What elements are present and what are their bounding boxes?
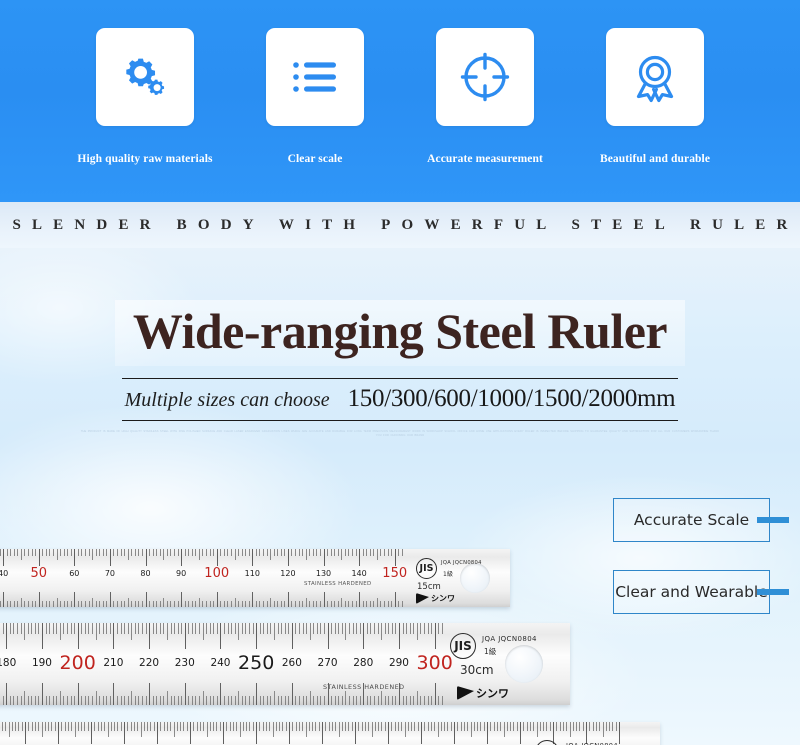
- ruler-scale-number: 190: [31, 657, 52, 669]
- ruler-scale-number: 230: [174, 657, 195, 669]
- feature-icon-card: [606, 28, 704, 126]
- material-stamp: STAINLESS HARDENED: [304, 581, 372, 587]
- brand-name: シンワ: [476, 687, 509, 700]
- hero-subtitle: Multiple sizes can choose 150/300/600/10…: [122, 378, 678, 421]
- cert-grade-stamp: 1級: [443, 571, 453, 578]
- cert-grade-stamp: 1級: [484, 647, 497, 656]
- ruler-scale-number: 130: [315, 569, 332, 578]
- hero-micro-text: THE PRODUCT IS MADE OF HIGH QUALITY STAI…: [80, 430, 720, 437]
- ruler-image-150mm: 40 50 60 70 80 90 100 110 120 130 140 150 JIS JQA J…: [0, 549, 510, 607]
- feature-item-clear-scale: Clear scale: [230, 28, 400, 165]
- hero-subtitle-label: Multiple sizes can choose: [124, 389, 330, 411]
- ruler-scale-number: 70: [104, 569, 115, 578]
- feature-list: High quality raw materials Clear scale A…: [0, 0, 800, 202]
- ruler-scale-number: 60: [69, 569, 80, 578]
- ruler-scale-number: 50: [30, 565, 47, 581]
- feature-icon-card: [436, 28, 534, 126]
- ruler-scale-number: 240: [210, 657, 231, 669]
- ruler-scale-number: 180: [0, 657, 17, 669]
- award-ribbon-icon: [636, 55, 674, 103]
- ruler-scale-number: 270: [317, 657, 338, 669]
- jis-badge: JIS: [450, 633, 476, 659]
- ruler-scale-number: 110: [244, 569, 260, 578]
- callout-accurate-scale: Accurate Scale: [613, 498, 770, 542]
- callout-clear-wearable: Clear and Wearable: [613, 570, 770, 614]
- ruler-scale-number: 140: [351, 569, 367, 578]
- ruler-scale-number: 250: [238, 651, 275, 674]
- ruler-scale-number: 220: [139, 657, 160, 669]
- shinwa-penguin-mark: [416, 593, 429, 604]
- list-icon: [293, 62, 336, 92]
- ruler-scale-number: 210: [103, 657, 124, 669]
- ruler-scale-number: 150: [382, 565, 408, 581]
- ruler-scale-number: 300: [416, 651, 453, 674]
- ruler-image-300mm: 180190200210220230240250260270280290300 …: [0, 623, 570, 705]
- cert-code-stamp: JQA JQCN0804: [441, 560, 482, 566]
- feature-item-beautiful-durable: Beautiful and durable: [570, 28, 740, 165]
- brand-logo: シンワ: [457, 685, 509, 701]
- feature-item-label: Clear scale: [287, 153, 343, 165]
- callout-label: Clear and Wearable: [615, 583, 768, 601]
- page-title: Wide-ranging Steel Ruler: [114, 300, 686, 366]
- material-stamp: STAINLESS HARDENED: [323, 683, 405, 691]
- callout-label: Accurate Scale: [633, 511, 750, 529]
- feature-item-accurate-measurement: Accurate measurement: [400, 28, 570, 165]
- shinwa-penguin-mark: [457, 686, 474, 700]
- ruler-scale-number: 280: [353, 657, 374, 669]
- ruler-scale-number: 90: [176, 569, 187, 578]
- ruler-scale-number: 290: [388, 657, 409, 669]
- feature-item-label: Beautiful and durable: [599, 153, 711, 165]
- brand-name: シンワ: [431, 594, 455, 603]
- ruler-scale-number: 200: [59, 651, 96, 674]
- feature-item-label: Accurate measurement: [427, 153, 543, 165]
- ruler-scale-number: 260: [281, 657, 302, 669]
- feature-icon-card: [266, 28, 364, 126]
- gears-icon: [126, 58, 165, 95]
- ruler-size-stamp: 30cm: [460, 663, 494, 677]
- callout-connector-dash: [757, 517, 789, 523]
- ruler-scale-number: 100: [204, 565, 230, 581]
- tagline-text: SLENDER BODY WITH POWERFUL STEEL RULER: [12, 216, 799, 233]
- callout-connector-dash: [757, 589, 789, 595]
- cert-code-stamp: JQA JQCN0804: [482, 635, 537, 643]
- brand-logo: シンワ: [416, 593, 455, 604]
- ruler-image-600mm: 0 JIS JQA JQCN0804: [0, 722, 660, 745]
- hero-subtitle-sizes: 150/300/600/1000/1500/2000mm: [347, 385, 676, 412]
- feature-header-bar: High quality raw materials Clear scale A…: [0, 0, 800, 202]
- ruler-scale-number: 40: [0, 569, 9, 578]
- ruler-scale-number: 120: [280, 569, 296, 578]
- ruler-hanging-hole: [505, 645, 543, 683]
- tagline-strip: SLENDER BODY WITH POWERFUL STEEL RULER: [0, 202, 800, 248]
- ruler-hanging-hole: [460, 563, 490, 593]
- feature-item-raw-materials: High quality raw materials: [60, 28, 230, 165]
- ruler-scale-number: 80: [140, 569, 151, 578]
- jis-badge: JIS: [416, 558, 437, 579]
- feature-item-label: High quality raw materials: [77, 153, 213, 165]
- ruler-face: 0: [0, 722, 660, 745]
- feature-icon-card: [96, 28, 194, 126]
- hero-title-block: Wide-ranging Steel Ruler Multiple sizes …: [0, 300, 800, 437]
- target-icon: [460, 52, 510, 102]
- ruler-size-stamp: 15cm: [417, 582, 441, 592]
